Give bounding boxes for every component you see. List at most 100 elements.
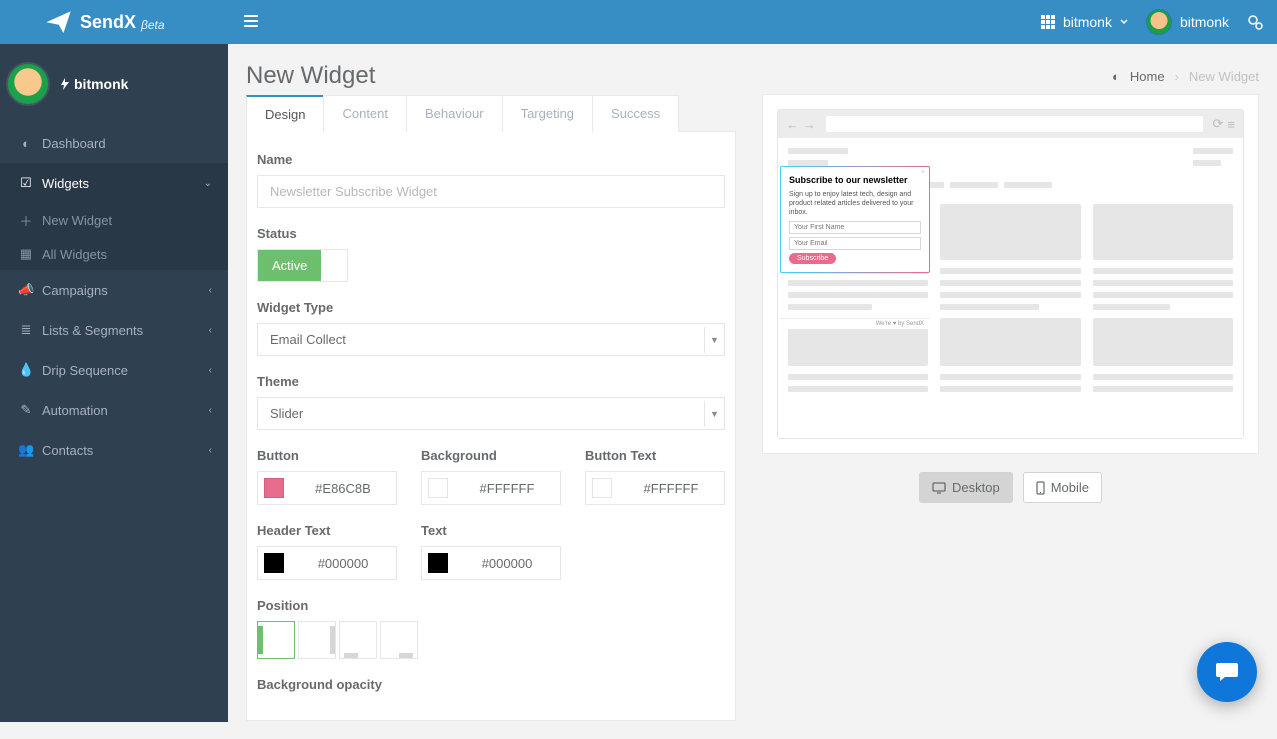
grid-icon — [1041, 15, 1055, 29]
popup-email-input[interactable] — [789, 237, 921, 250]
position-bottom-right[interactable] — [380, 621, 418, 659]
widget-preview: ← → ⟳ ≡ — [762, 94, 1259, 454]
widget-type-select[interactable]: Email Collect ▼ — [257, 323, 725, 356]
widget-type-label: Widget Type — [257, 300, 725, 315]
position-right[interactable] — [298, 621, 336, 659]
chat-fab[interactable] — [1197, 642, 1257, 702]
dashboard-icon: ◐ — [1112, 69, 1120, 84]
device-toggle: Desktop Mobile — [762, 472, 1259, 503]
status-toggle[interactable]: Active — [257, 249, 348, 282]
status-inactive — [321, 250, 347, 281]
team-name: bitmonk — [1063, 14, 1112, 30]
color-swatch — [592, 478, 612, 498]
chevron-down-icon: ⌄ — [204, 178, 212, 189]
device-mobile-button[interactable]: Mobile — [1023, 472, 1102, 503]
preview-popup: × Subscribe to our newsletter Sign up to… — [780, 166, 930, 273]
bullhorn-icon: 📣 — [18, 282, 34, 298]
tab-bar: Design Content Behaviour Targeting Succe… — [246, 94, 736, 132]
brand-name: SendX — [80, 12, 136, 33]
theme-select[interactable]: Slider ▼ — [257, 397, 725, 430]
dashboard-icon: ◐ — [18, 136, 34, 151]
theme-label: Theme — [257, 374, 725, 389]
chevron-left-icon: ‹ — [209, 405, 212, 416]
widgets-icon: ☑ — [18, 175, 34, 191]
chevron-down-icon: ▼ — [704, 401, 724, 427]
url-bar — [826, 116, 1203, 132]
popup-footer: We're ♥ by SendX — [780, 318, 930, 329]
forward-icon: → — [803, 117, 816, 132]
button-text-color-input[interactable]: #FFFFFF — [585, 471, 725, 505]
popup-body: Sign up to enjoy latest tech, design and… — [789, 190, 921, 217]
menu-icon: ≡ — [1227, 117, 1235, 132]
plus-icon: ＋ — [18, 211, 34, 230]
hamburger-icon — [244, 14, 258, 28]
sidebar-toggle-button[interactable] — [244, 14, 258, 31]
chevron-left-icon: ‹ — [209, 285, 212, 296]
button-color-input[interactable]: #E86C8B — [257, 471, 397, 505]
name-label: Name — [257, 152, 725, 167]
close-icon[interactable]: × — [921, 169, 925, 176]
tab-content[interactable]: Content — [323, 95, 407, 132]
reload-icon: ⟳ — [1213, 116, 1224, 132]
sidebar-item-campaigns[interactable]: 📣 Campaigns ‹ — [0, 270, 228, 310]
popup-title: Subscribe to our newsletter — [789, 175, 921, 186]
avatar — [1146, 9, 1172, 35]
bolt-icon — [60, 78, 70, 90]
position-left[interactable] — [257, 621, 295, 659]
user-menu[interactable]: bitmonk — [1146, 9, 1229, 35]
list-icon: ≣ — [18, 322, 34, 338]
paper-plane-icon — [46, 9, 72, 35]
widget-type-value: Email Collect — [258, 324, 704, 355]
device-desktop-button[interactable]: Desktop — [919, 472, 1013, 503]
chat-icon — [1213, 658, 1241, 686]
breadcrumb-sep: › — [1175, 69, 1179, 84]
sidebar-item-new-widget[interactable]: ＋ New Widget — [0, 203, 228, 238]
tab-design[interactable]: Design — [246, 95, 324, 132]
popup-firstname-input[interactable] — [789, 221, 921, 234]
brand-beta: βeta — [141, 18, 165, 32]
topbar: SendX βeta bitmonk bitmonk — [0, 0, 1277, 44]
sidebar-item-drip[interactable]: 💧 Drip Sequence ‹ — [0, 350, 228, 390]
team-switcher[interactable]: bitmonk — [1041, 14, 1128, 30]
sidebar-item-dashboard[interactable]: ◐ Dashboard — [0, 124, 228, 163]
text-color-input[interactable]: #000000 — [421, 546, 561, 580]
color-swatch — [428, 478, 448, 498]
chevron-left-icon: ‹ — [209, 445, 212, 456]
sidebar-item-all-widgets[interactable]: ▦ All Widgets — [0, 238, 228, 270]
preview-column: ← → ⟳ ≡ — [762, 94, 1259, 503]
chevron-down-icon — [1120, 18, 1128, 26]
tab-success[interactable]: Success — [592, 95, 679, 132]
breadcrumb: ◐ Home › New Widget — [1112, 69, 1259, 84]
color-swatch — [428, 553, 448, 573]
main-area: New Widget ◐ Home › New Widget Design Co… — [228, 44, 1277, 722]
popup-subscribe-button[interactable]: Subscribe — [789, 253, 836, 264]
sidebar-item-contacts[interactable]: 👥 Contacts ‹ — [0, 430, 228, 470]
sidebar-item-automation[interactable]: ✎ Automation ‹ — [0, 390, 228, 430]
sidebar-item-lists[interactable]: ≣ Lists & Segments ‹ — [0, 310, 228, 350]
theme-value: Slider — [258, 398, 704, 429]
tab-behaviour[interactable]: Behaviour — [406, 95, 503, 132]
text-color-label: Text — [421, 523, 561, 538]
position-label: Position — [257, 598, 725, 613]
name-input[interactable] — [257, 175, 725, 208]
preview-browser: ← → ⟳ ≡ — [777, 109, 1244, 439]
position-options — [257, 621, 725, 659]
tab-targeting[interactable]: Targeting — [502, 95, 593, 132]
sidebar-submenu-widgets: ＋ New Widget ▦ All Widgets — [0, 203, 228, 270]
color-swatch — [264, 553, 284, 573]
brand-logo[interactable]: SendX βeta — [0, 9, 228, 35]
chevron-down-icon: ▼ — [704, 327, 724, 353]
color-swatch — [264, 478, 284, 498]
widget-form: Design Content Behaviour Targeting Succe… — [246, 94, 736, 721]
breadcrumb-home[interactable]: Home — [1130, 69, 1165, 84]
drip-icon: 💧 — [18, 362, 34, 378]
chevron-left-icon: ‹ — [209, 325, 212, 336]
grid-icon: ▦ — [18, 246, 34, 262]
position-bottom-left[interactable] — [339, 621, 377, 659]
user-name: bitmonk — [1180, 14, 1229, 30]
magic-icon: ✎ — [18, 402, 34, 418]
sidebar-item-widgets[interactable]: ☑ Widgets ⌄ — [0, 163, 228, 203]
header-text-color-input[interactable]: #000000 — [257, 546, 397, 580]
settings-button[interactable] — [1247, 14, 1263, 30]
background-color-input[interactable]: #FFFFFF — [421, 471, 561, 505]
